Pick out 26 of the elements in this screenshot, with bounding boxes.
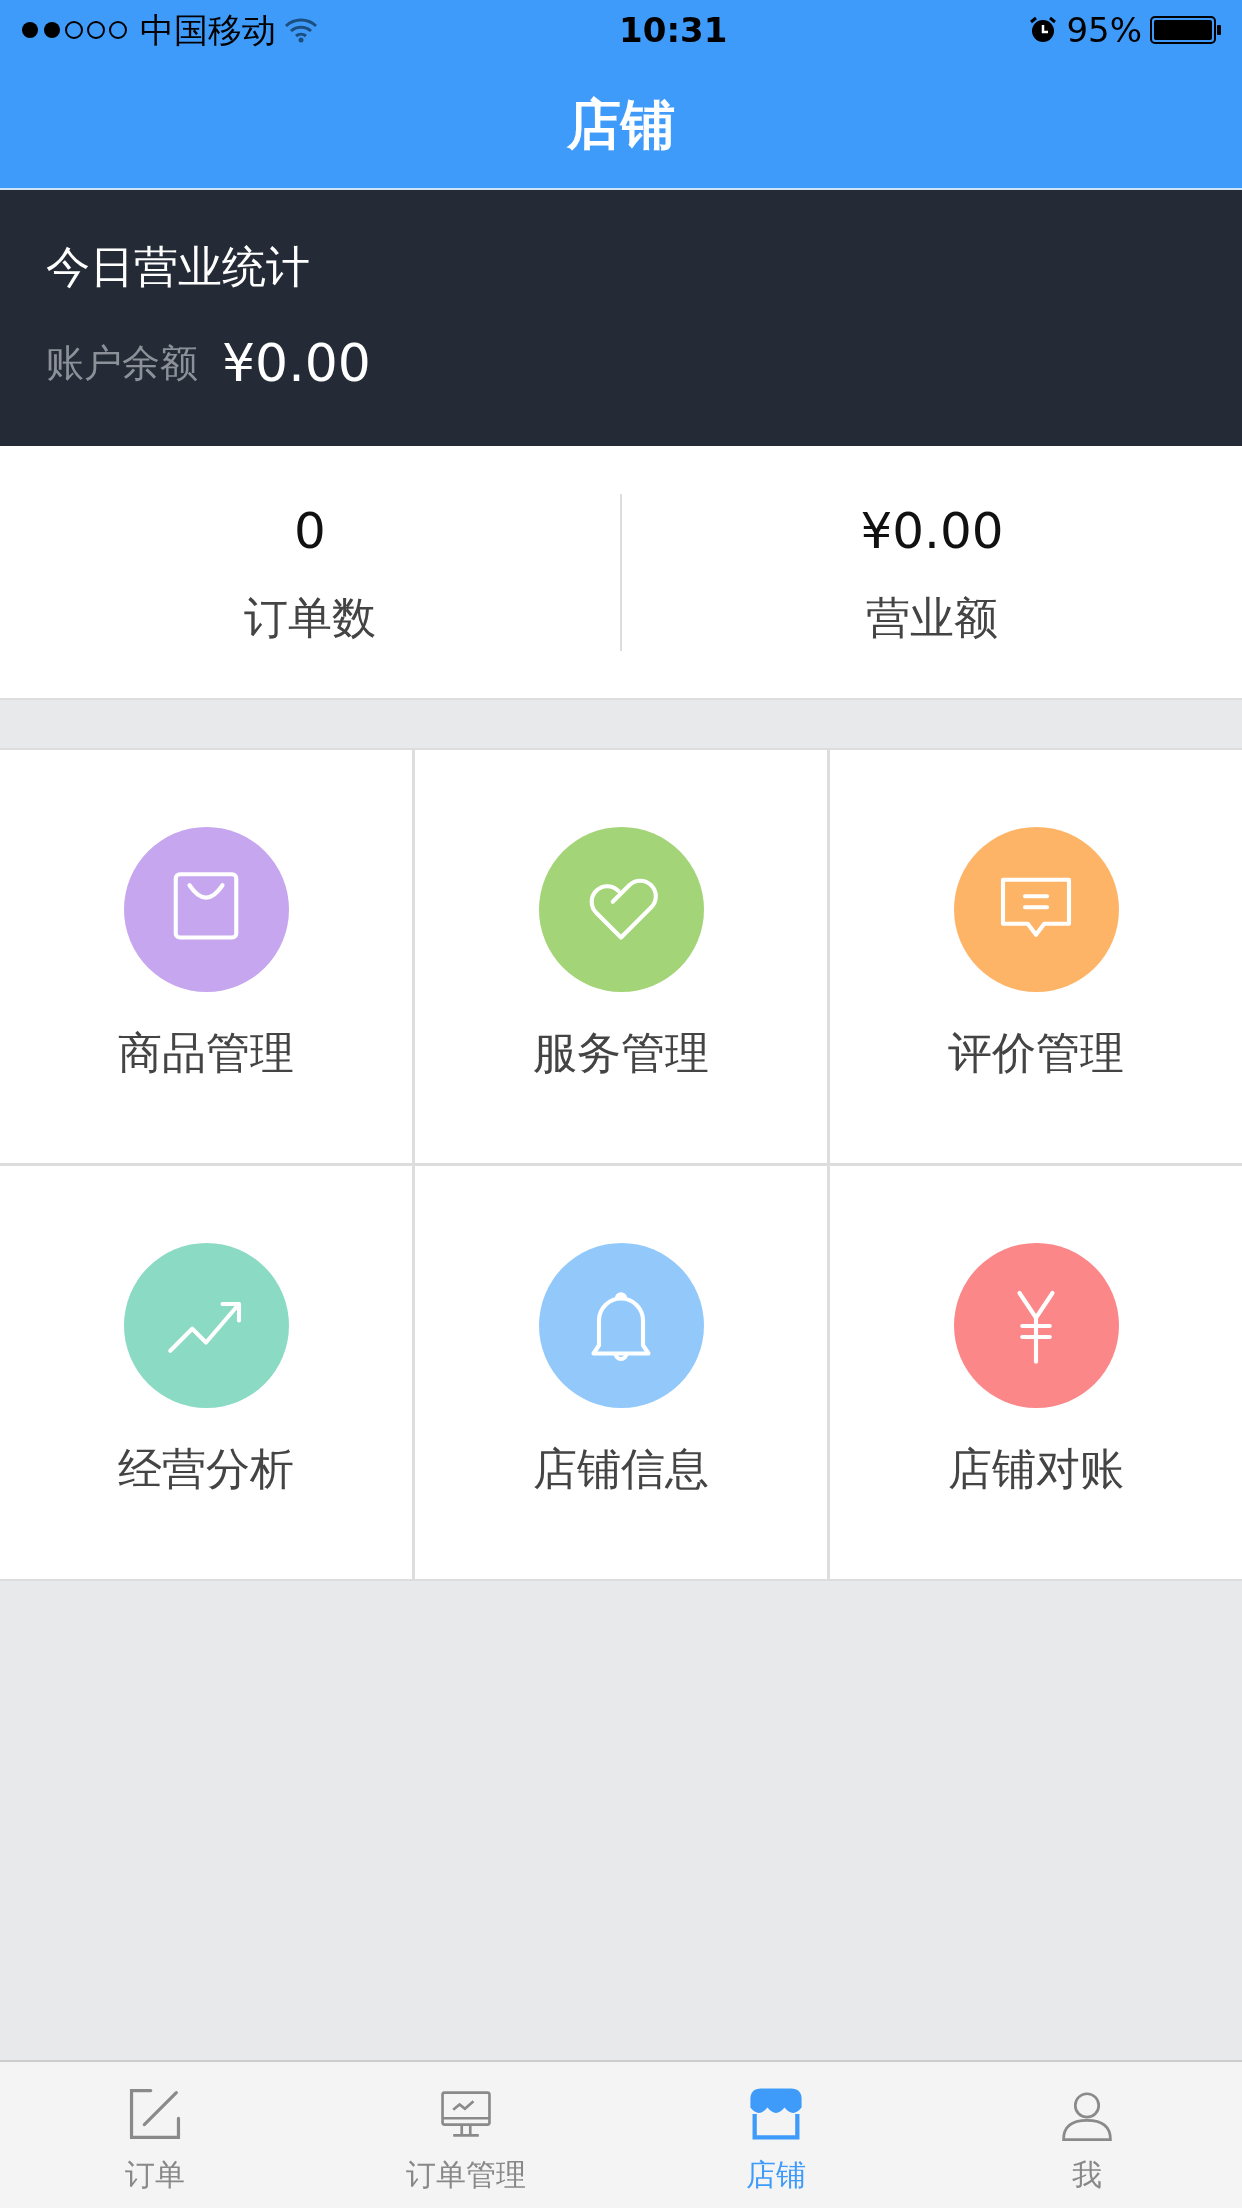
- stat-label: 订单数: [244, 590, 376, 645]
- balance-amount: ¥0.00: [222, 332, 371, 395]
- menu-tile[interactable]: 店铺信息: [415, 1166, 827, 1579]
- clock-time: 10:31: [619, 8, 728, 52]
- menu-tile[interactable]: 商品管理: [0, 750, 412, 1163]
- tile-label: 商品管理: [118, 1026, 294, 1080]
- stat-value: 0: [294, 500, 326, 562]
- menu-tile[interactable]: 服务管理: [415, 750, 827, 1163]
- tile-label: 店铺对账: [948, 1442, 1124, 1496]
- section-title: 今日营业统计: [46, 240, 311, 294]
- alarm-icon: [1028, 15, 1059, 45]
- tile-label: 经营分析: [118, 1442, 294, 1496]
- tile-label: 评价管理: [948, 1026, 1124, 1080]
- battery-icon: [1150, 15, 1222, 45]
- menu-tile[interactable]: 店铺对账: [830, 1166, 1242, 1579]
- balance-label: 账户余额: [46, 339, 198, 387]
- battery-percent: 95%: [1066, 8, 1142, 52]
- menu-tile[interactable]: 评价管理: [830, 750, 1242, 1163]
- stat-value: ¥0.00: [860, 500, 1004, 562]
- tile-label: 服务管理: [533, 1026, 709, 1080]
- tile-label: 店铺信息: [533, 1442, 709, 1496]
- wifi-icon: [284, 17, 318, 43]
- menu-tile[interactable]: 经营分析: [0, 1166, 412, 1579]
- page-title: 店铺: [567, 91, 675, 158]
- stat-label: 营业额: [866, 590, 998, 645]
- carrier-name: 中国移动: [140, 8, 276, 52]
